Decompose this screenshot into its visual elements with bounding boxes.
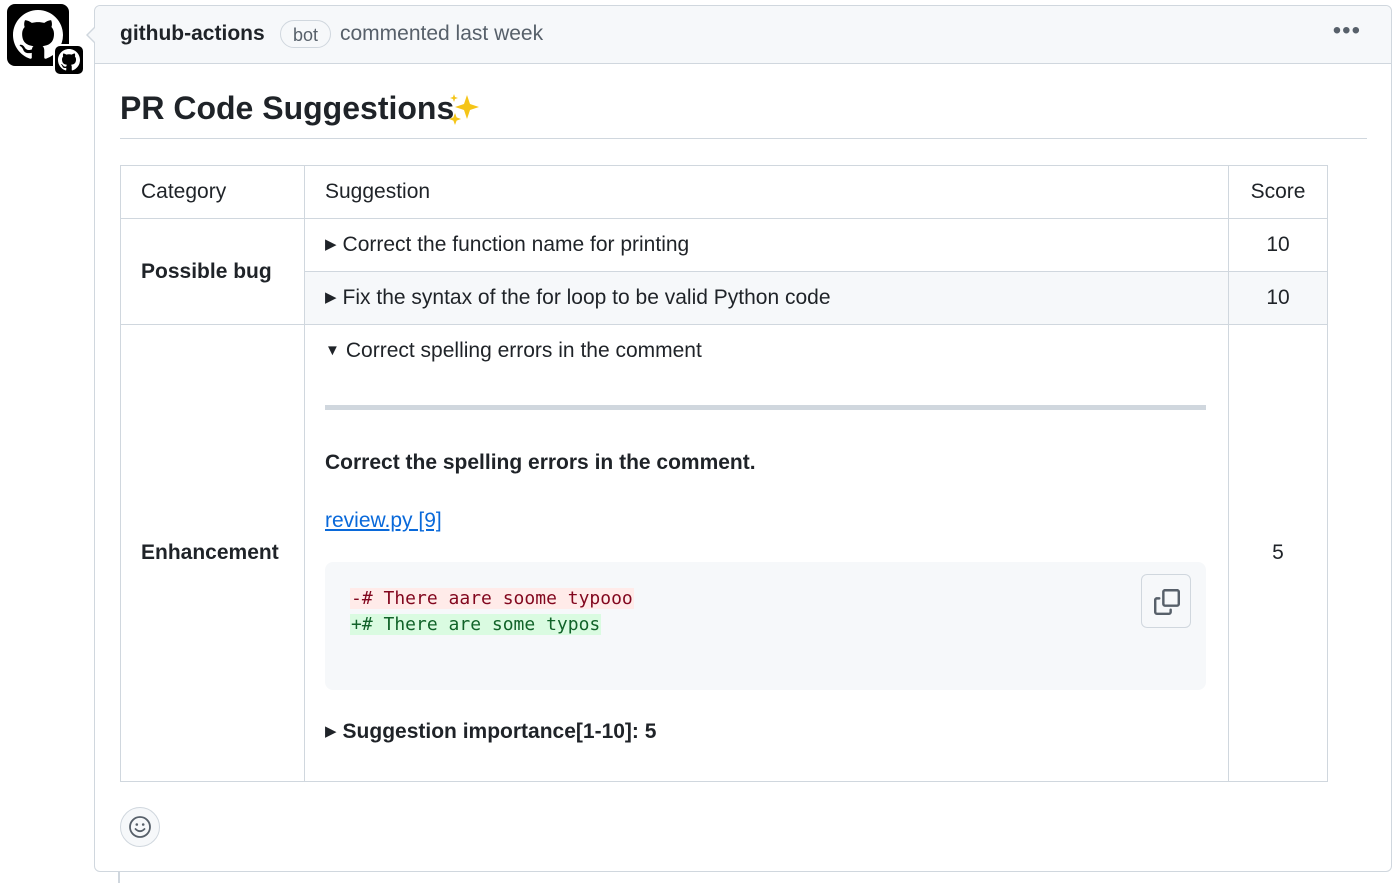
triangle-down-icon[interactable]: ▼ bbox=[325, 342, 340, 359]
title-divider bbox=[120, 138, 1367, 139]
suggestion-summary-expanded[interactable]: ▼ Correct spelling errors in the comment bbox=[325, 339, 702, 363]
smiley-icon bbox=[129, 816, 151, 838]
suggestion-cell-expanded: ▼ Correct spelling errors in the comment … bbox=[304, 324, 1229, 782]
category-cell: Possible bug bbox=[120, 218, 305, 325]
divider bbox=[325, 405, 1206, 410]
page-title: PR Code Suggestions bbox=[120, 90, 455, 126]
score-cell: 5 bbox=[1228, 324, 1328, 782]
suggestion-summary[interactable]: Correct the function name for printing bbox=[343, 233, 690, 256]
suggestions-table: Category Suggestion Score Possible bug ▶… bbox=[120, 165, 1328, 782]
comment-box: github-actions bot commented last week •… bbox=[86, 5, 1392, 872]
score-cell: 10 bbox=[1228, 271, 1328, 325]
triangle-right-icon[interactable]: ▶ bbox=[325, 722, 337, 740]
triangle-right-icon[interactable]: ▶ bbox=[325, 235, 337, 253]
table-row: Enhancement ▼ Correct spelling errors in … bbox=[120, 324, 1328, 782]
kebab-icon[interactable]: ••• bbox=[1333, 19, 1361, 43]
author-link[interactable]: github-actions bbox=[120, 22, 265, 46]
suggestion-description: Correct the spelling errors in the comme… bbox=[325, 451, 756, 474]
importance-summary[interactable]: ▶ Suggestion importance[1-10]: 5 bbox=[325, 720, 656, 744]
suggestion-cell[interactable]: ▶ Correct the function name for printing bbox=[304, 218, 1229, 272]
category-label: Possible bug bbox=[141, 259, 272, 283]
table-row: Possible bug ▶ Correct the function name … bbox=[120, 218, 1328, 325]
header-score: Score bbox=[1228, 165, 1328, 219]
suggestion-summary[interactable]: Fix the syntax of the for loop to be val… bbox=[343, 286, 831, 309]
suggestion-cell[interactable]: ▶ Fix the syntax of the for loop to be va… bbox=[304, 271, 1229, 325]
github-actions-badge-icon bbox=[58, 49, 80, 71]
timeline-line bbox=[118, 872, 120, 883]
bot-badge: bot bbox=[280, 20, 332, 48]
comment-timestamp[interactable]: commented last week bbox=[340, 22, 543, 46]
copy-icon bbox=[1154, 589, 1180, 615]
code-added-line: +# There are some typos bbox=[350, 614, 602, 635]
copy-button[interactable] bbox=[1141, 574, 1191, 628]
sparkles-icon bbox=[449, 94, 479, 125]
header-category: Category bbox=[120, 165, 305, 219]
github-actions-badge bbox=[53, 44, 85, 76]
triangle-right-icon[interactable]: ▶ bbox=[325, 288, 337, 306]
table-header-row: Category Suggestion Score bbox=[120, 165, 1328, 219]
score-cell: 10 bbox=[1228, 218, 1328, 272]
category-cell: Enhancement bbox=[120, 324, 305, 782]
code-diff-block: -# There aare soome typooo +# There are … bbox=[325, 562, 1206, 690]
category-label: Enhancement bbox=[141, 541, 279, 564]
header-suggestion: Suggestion bbox=[304, 165, 1229, 219]
code-removed-line: -# There aare soome typooo bbox=[350, 588, 634, 609]
author-avatar[interactable] bbox=[7, 4, 85, 76]
file-link[interactable]: review.py [9] bbox=[325, 509, 442, 533]
add-reaction-button[interactable] bbox=[120, 807, 160, 847]
comment-header: github-actions bot commented last week •… bbox=[95, 6, 1391, 64]
